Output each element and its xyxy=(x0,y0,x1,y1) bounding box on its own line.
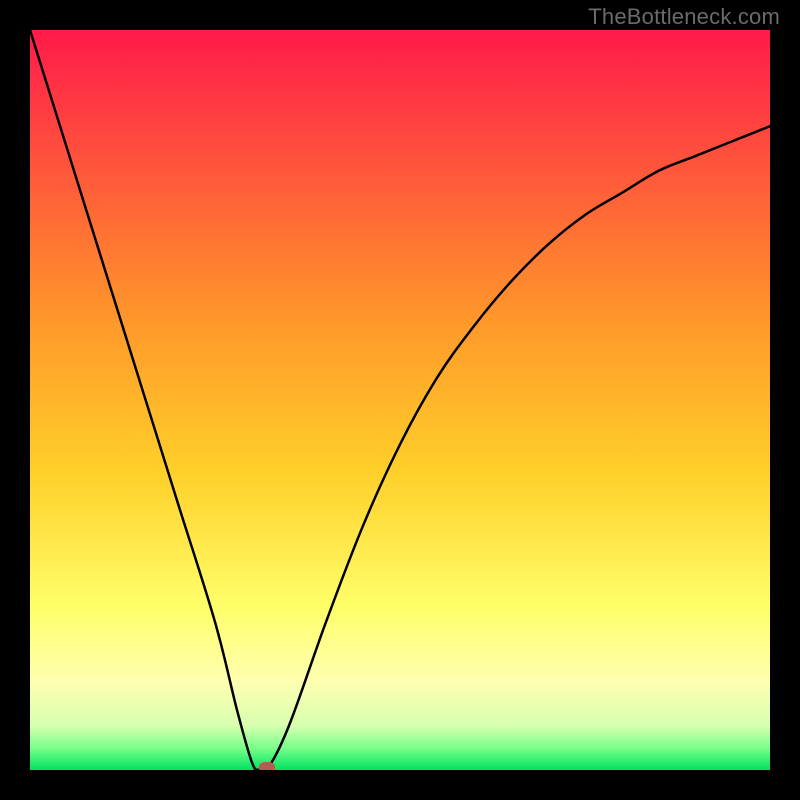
curve-path xyxy=(30,30,770,770)
watermark-text: TheBottleneck.com xyxy=(588,4,780,30)
plot-area xyxy=(30,30,770,770)
minimum-marker xyxy=(259,762,275,770)
bottleneck-curve xyxy=(30,30,770,770)
chart-frame: TheBottleneck.com xyxy=(0,0,800,800)
